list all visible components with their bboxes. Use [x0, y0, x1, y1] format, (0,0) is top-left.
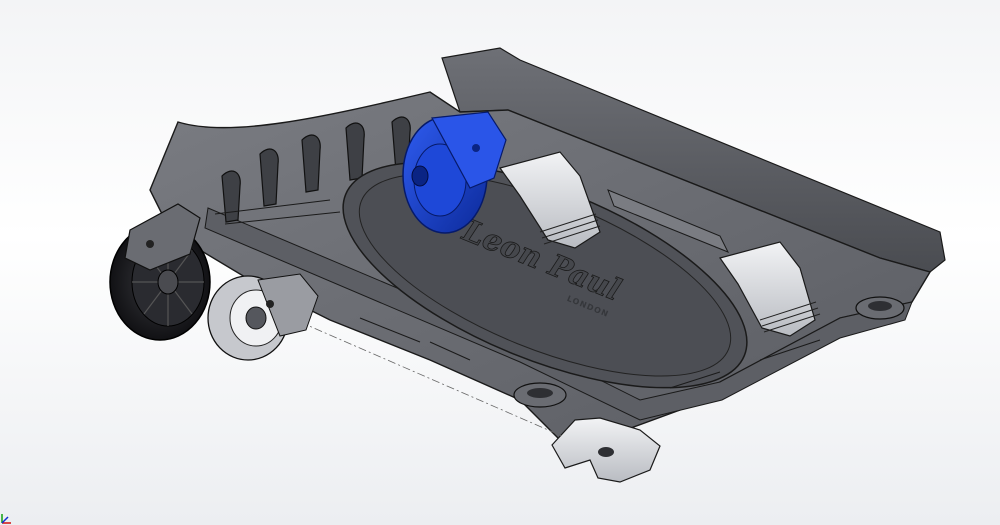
foot-pad-bottom-inner — [527, 388, 553, 398]
3d-model-view[interactable]: Leon Paul LONDON — [0, 0, 1000, 525]
wheel-axle — [146, 240, 154, 248]
bottom-hook-hole — [598, 447, 614, 457]
foot-pad-right-inner — [868, 301, 892, 311]
cad-graphics-viewport[interactable]: Leon Paul LONDON — [0, 0, 1000, 525]
grey-caster — [207, 273, 319, 361]
axis-triad-icon — [1, 514, 11, 524]
